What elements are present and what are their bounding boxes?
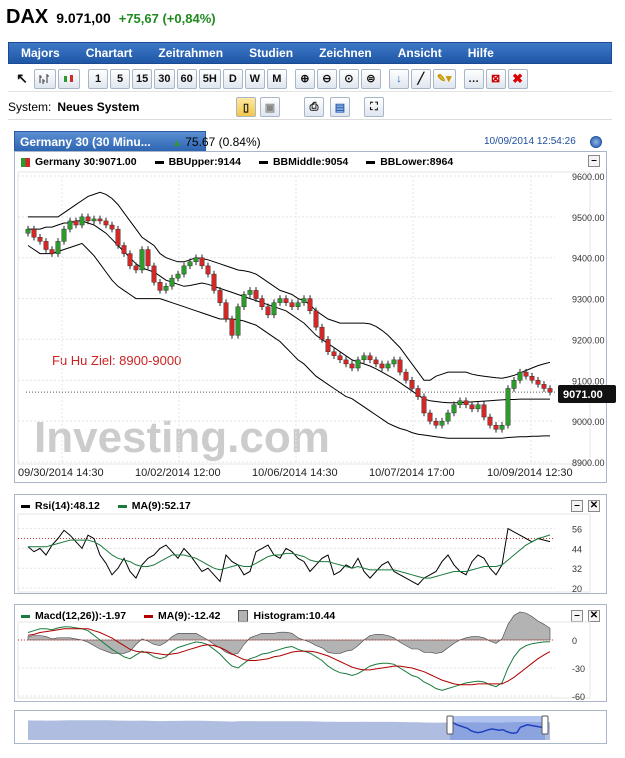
interval-1-button[interactable]: 1 (88, 68, 108, 89)
menu-studien[interactable]: Studien (237, 46, 307, 60)
menu-zeichnen[interactable]: Zeichnen (307, 46, 386, 60)
legend-macd: Macd(12,26)):-1.97 (35, 610, 127, 622)
menu-majors[interactable]: Majors (9, 46, 74, 60)
interval-15-button[interactable]: 15 (132, 68, 153, 89)
zoom-out-icon[interactable]: ⊖ (316, 68, 337, 89)
menu-zeitrahmen[interactable]: Zeitrahmen (146, 46, 237, 60)
interval-d-button[interactable]: D (222, 68, 243, 89)
menu-hilfe[interactable]: Hilfe (456, 46, 508, 60)
zoom-reset-icon[interactable]: ⊜ (360, 68, 381, 89)
macd-legend: Macd(12,26)):-1.97 MA(9):-12.42 Histogra… (21, 610, 335, 622)
print-icon[interactable]: ⎙ (304, 97, 324, 117)
chart-tab-change-value: 75.67 (0.84%) (185, 135, 261, 149)
legend-swatch-rsi (21, 504, 30, 508)
zoom-fit-icon[interactable]: ⊙ (338, 68, 359, 89)
system-value[interactable]: Neues System (57, 100, 139, 114)
close-rsi-icon[interactable]: ✕ (588, 500, 600, 512)
chart-tab-change: ▲ 75.67 (0.84%) (172, 135, 261, 149)
legend-swatch-histogram (238, 610, 249, 622)
system-label: System: (8, 99, 52, 114)
menu-ansicht[interactable]: Ansicht (386, 46, 456, 60)
legend-swatch-bbupper (154, 160, 164, 164)
legend-rsi-ma: MA(9):52.17 (131, 500, 191, 512)
minimize-macd-icon[interactable]: – (571, 610, 583, 622)
macd-panel: Macd(12,26)):-1.97 MA(9):-12.42 Histogra… (14, 604, 607, 702)
symbol: DAX (6, 6, 49, 28)
interval-5h-button[interactable]: 5H (198, 68, 221, 89)
legend-swatch-macd-ma (144, 614, 154, 618)
save-system-icon[interactable]: ▣ (260, 97, 280, 117)
bar-chart-icon[interactable] (34, 68, 56, 89)
open-system-icon[interactable]: ▯ (236, 97, 256, 117)
minimize-rsi-icon[interactable]: – (571, 500, 583, 512)
cursor-icon[interactable]: ↖ (12, 69, 32, 89)
minimize-price-icon[interactable]: – (588, 155, 600, 167)
price-change: +75,67 (+0,84%) (118, 11, 216, 26)
legend-bbmiddle: BBMiddle:9054 (272, 156, 349, 168)
clear-drawing-icon[interactable]: ⊠ (485, 68, 506, 89)
settings-globe-icon[interactable] (590, 136, 602, 148)
interval-60-button[interactable]: 60 (176, 68, 197, 89)
price-panel: Germany 30:9071.00 BBUpper:9144 BBMiddle… (14, 151, 607, 483)
legend-histogram: Histogram:10.44 (253, 610, 336, 622)
legend-swatch-rsi-ma (117, 504, 127, 508)
price-legend: Germany 30:9071.00 BBUpper:9144 BBMiddle… (21, 156, 453, 168)
legend-swatch-bbmiddle (258, 160, 268, 164)
menu-bar: Majors Chartart Zeitrahmen Studien Zeich… (8, 42, 612, 64)
download-icon[interactable]: ↓ (388, 68, 409, 89)
rsi-legend: Rsi(14):48.12 MA(9):52.17 (21, 500, 191, 512)
menu-chartart[interactable]: Chartart (74, 46, 147, 60)
navigator-panel[interactable] (14, 710, 607, 744)
dotted-line-icon[interactable]: … (463, 68, 484, 89)
legend-bbupper: BBUpper:9144 (168, 156, 241, 168)
chart-tab-title: Germany 30 (30 Minu... (20, 135, 151, 149)
interval-30-button[interactable]: 30 (154, 68, 175, 89)
line-tool-icon[interactable]: ╱ (410, 68, 431, 89)
quote-header: DAX 9.071,00 +75,67 (+0,84%) (6, 6, 216, 30)
close-macd-icon[interactable]: ✕ (588, 610, 600, 622)
legend-rsi: Rsi(14):48.12 (35, 500, 100, 512)
legend-macd-ma: MA(9):-12.42 (158, 610, 221, 622)
last-price: 9.071,00 (56, 10, 111, 26)
interval-m-button[interactable]: M (266, 68, 287, 89)
chart-datetime: 10/09/2014 12:54:26 (484, 136, 576, 147)
toolbar: ↖ 1 5 15 30 60 5H D W M ⊕ ⊖ ⊙ ⊜ ↓ ╱ ✎▾ …… (8, 66, 612, 92)
system-row: System: Neues System ▯ ▣ ⎙ ▤ ⛶ (8, 94, 612, 120)
legend-swatch-bblower (366, 160, 376, 164)
legend-main: Germany 30:9071.00 (35, 156, 137, 168)
pencil-icon[interactable]: ✎▾ (432, 68, 456, 89)
fullscreen-icon[interactable]: ⛶ (364, 97, 384, 117)
delete-icon[interactable]: ✖ (507, 68, 528, 89)
candle-chart-icon[interactable] (58, 68, 80, 89)
legend-swatch-main (21, 157, 30, 167)
image-icon[interactable]: ▤ (330, 97, 350, 117)
legend-bblower: BBLower:8964 (380, 156, 454, 168)
rsi-panel: Rsi(14):48.12 MA(9):52.17 – ✕ (14, 494, 607, 594)
interval-5-button[interactable]: 5 (110, 68, 130, 89)
interval-w-button[interactable]: W (244, 68, 265, 89)
zoom-in-icon[interactable]: ⊕ (294, 68, 315, 89)
legend-swatch-macd (21, 614, 30, 618)
